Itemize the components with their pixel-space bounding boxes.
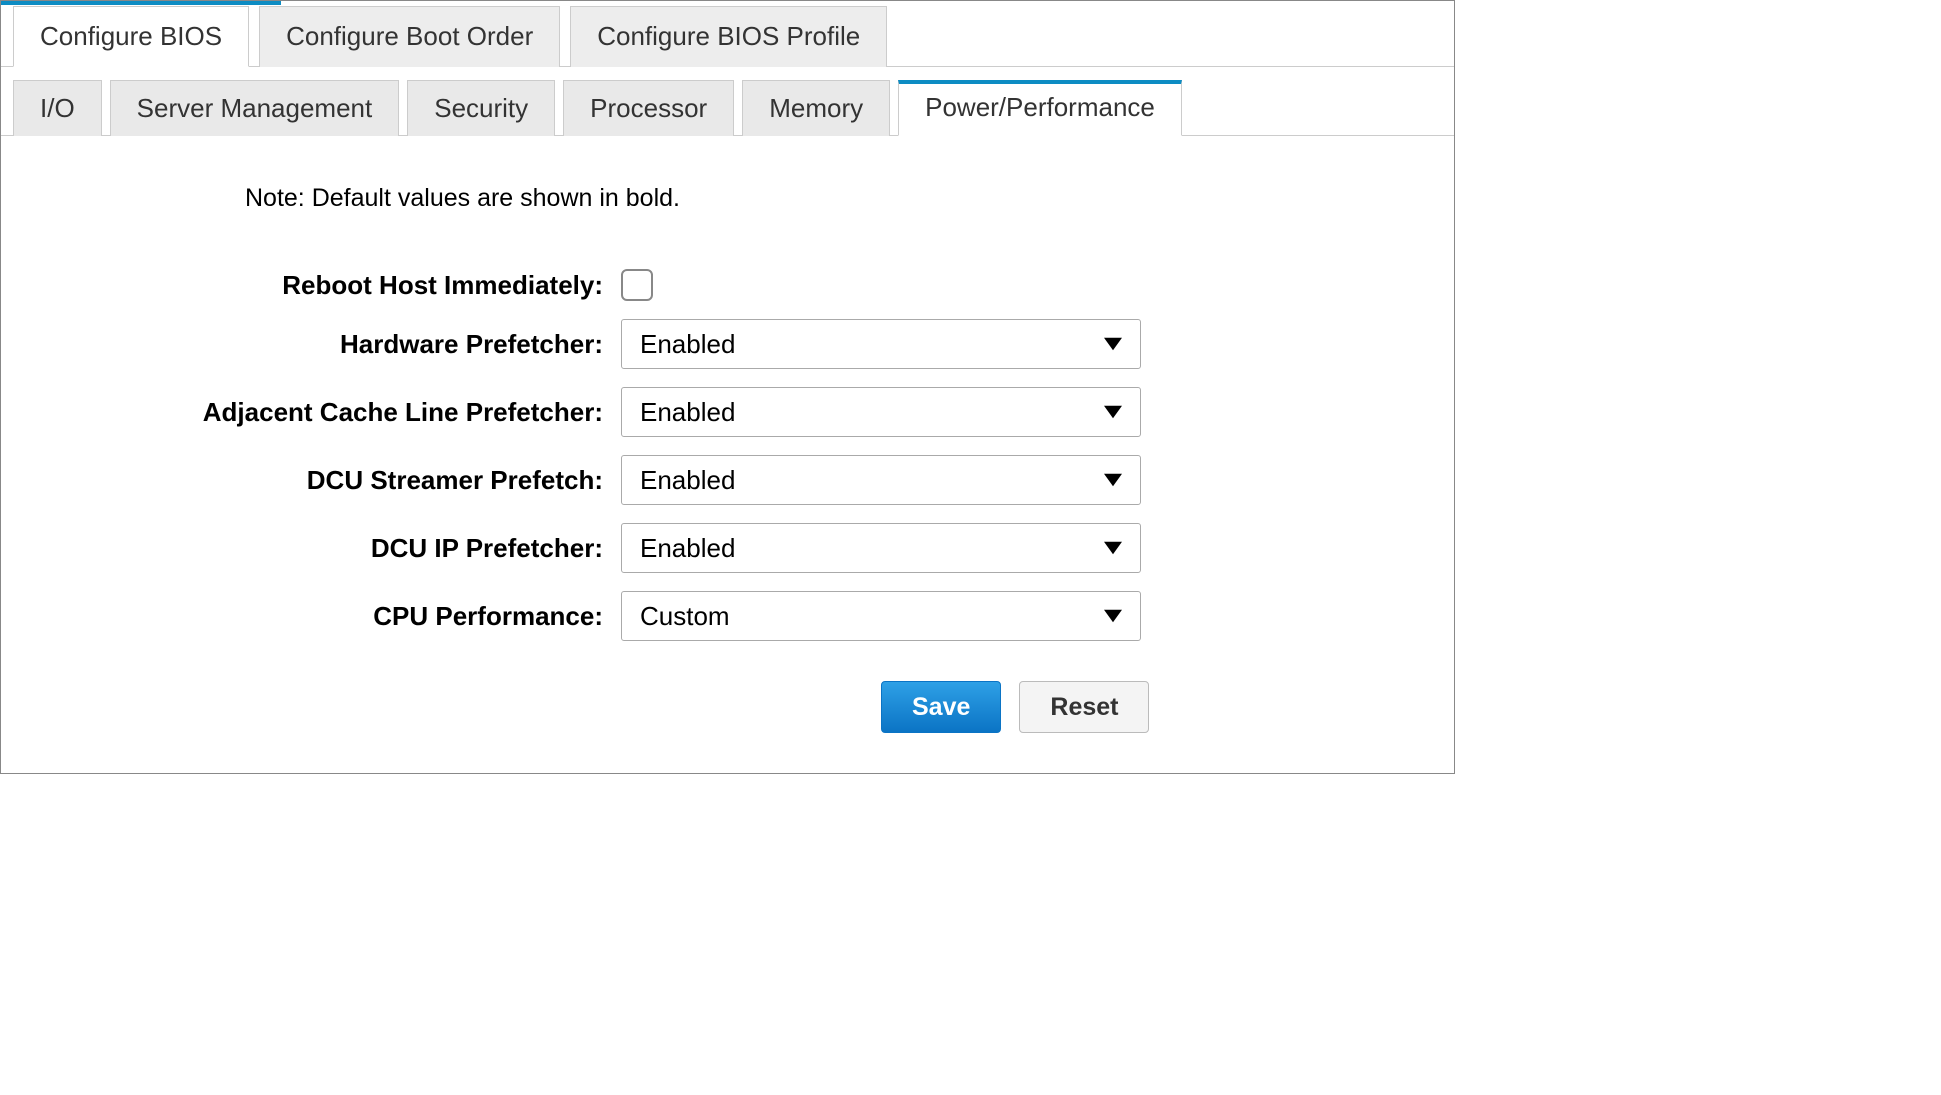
subtab-memory[interactable]: Memory [742,80,890,136]
row-dcu-streamer: DCU Streamer Prefetch: Enabled [1,455,1454,505]
row-adjacent-cache: Adjacent Cache Line Prefetcher: Enabled [1,387,1454,437]
chevron-down-icon [1104,337,1122,351]
select-value: Enabled [640,465,735,496]
subtab-power-performance[interactable]: Power/Performance [898,80,1182,136]
subtab-io[interactable]: I/O [13,80,102,136]
select-value: Enabled [640,533,735,564]
form-buttons: Save Reset [881,681,1454,733]
select-cpu-performance[interactable]: Custom [621,591,1141,641]
reset-button[interactable]: Reset [1019,681,1149,733]
tab-configure-bios[interactable]: Configure BIOS [13,6,249,67]
save-button[interactable]: Save [881,681,1001,733]
select-adjacent-cache[interactable]: Enabled [621,387,1141,437]
row-dcu-ip: DCU IP Prefetcher: Enabled [1,523,1454,573]
subtab-server-management[interactable]: Server Management [110,80,400,136]
row-reboot-host: Reboot Host Immediately: [1,269,1454,301]
tab-configure-boot-order[interactable]: Configure Boot Order [259,6,560,67]
checkbox-reboot-host[interactable] [621,269,653,301]
label-hardware-prefetcher: Hardware Prefetcher: [1,329,621,360]
select-hardware-prefetcher[interactable]: Enabled [621,319,1141,369]
tab-configure-bios-profile[interactable]: Configure BIOS Profile [570,6,887,67]
label-adjacent-cache: Adjacent Cache Line Prefetcher: [1,397,621,428]
label-cpu-performance: CPU Performance: [1,601,621,632]
select-dcu-streamer[interactable]: Enabled [621,455,1141,505]
top-tabs: Configure BIOS Configure Boot Order Conf… [1,5,1454,67]
chevron-down-icon [1104,609,1122,623]
chevron-down-icon [1104,541,1122,555]
row-hardware-prefetcher: Hardware Prefetcher: Enabled [1,319,1454,369]
subtab-security[interactable]: Security [407,80,555,136]
bios-form: Reboot Host Immediately: Hardware Prefet… [1,269,1454,733]
select-dcu-ip[interactable]: Enabled [621,523,1141,573]
chevron-down-icon [1104,405,1122,419]
label-dcu-streamer: DCU Streamer Prefetch: [1,465,621,496]
subtab-processor[interactable]: Processor [563,80,734,136]
chevron-down-icon [1104,473,1122,487]
sub-tabs: I/O Server Management Security Processor… [1,73,1454,136]
bios-panel: Configure BIOS Configure Boot Order Conf… [0,0,1455,774]
select-value: Custom [640,601,730,632]
row-cpu-performance: CPU Performance: Custom [1,591,1454,641]
label-dcu-ip: DCU IP Prefetcher: [1,533,621,564]
select-value: Enabled [640,397,735,428]
label-reboot-host: Reboot Host Immediately: [1,270,621,301]
note-default-values: Note: Default values are shown in bold. [245,184,1454,213]
select-value: Enabled [640,329,735,360]
